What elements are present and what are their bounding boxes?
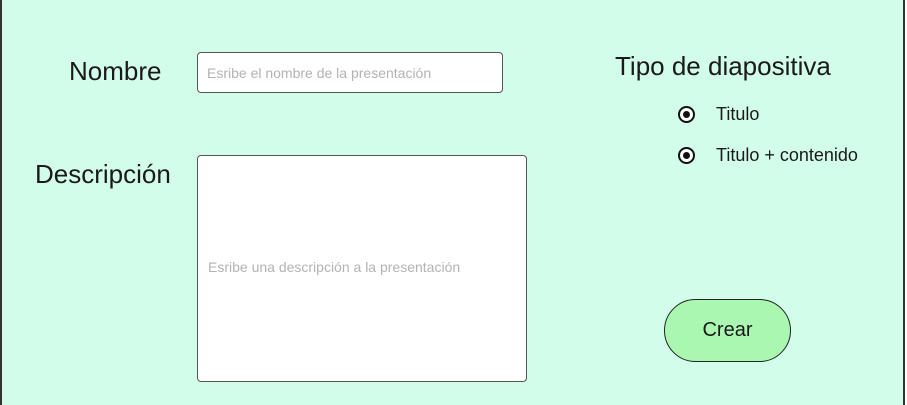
nombre-input[interactable] — [197, 52, 503, 93]
radio-selected-icon[interactable] — [678, 105, 695, 123]
nombre-label: Nombre — [69, 56, 162, 86]
radio-option-titulo[interactable]: Titulo — [678, 103, 759, 125]
tipo-diapositiva-label: Tipo de diapositiva — [615, 51, 831, 81]
descripcion-textarea[interactable]: Esribe una descripción a la presentación — [197, 155, 527, 382]
crear-button[interactable]: Crear — [664, 299, 791, 362]
descripcion-label: Descripción — [35, 159, 171, 189]
radio-label-titulo: Titulo — [716, 104, 760, 124]
radio-option-titulo-contenido[interactable]: Titulo + contenido — [678, 144, 858, 166]
radio-label-titulo-contenido: Titulo + contenido — [716, 145, 858, 165]
radio-selected-icon[interactable] — [678, 146, 695, 164]
form-panel: Nombre Descripción Esribe una descripció… — [0, 0, 905, 405]
descripcion-placeholder: Esribe una descripción a la presentación — [208, 259, 461, 275]
